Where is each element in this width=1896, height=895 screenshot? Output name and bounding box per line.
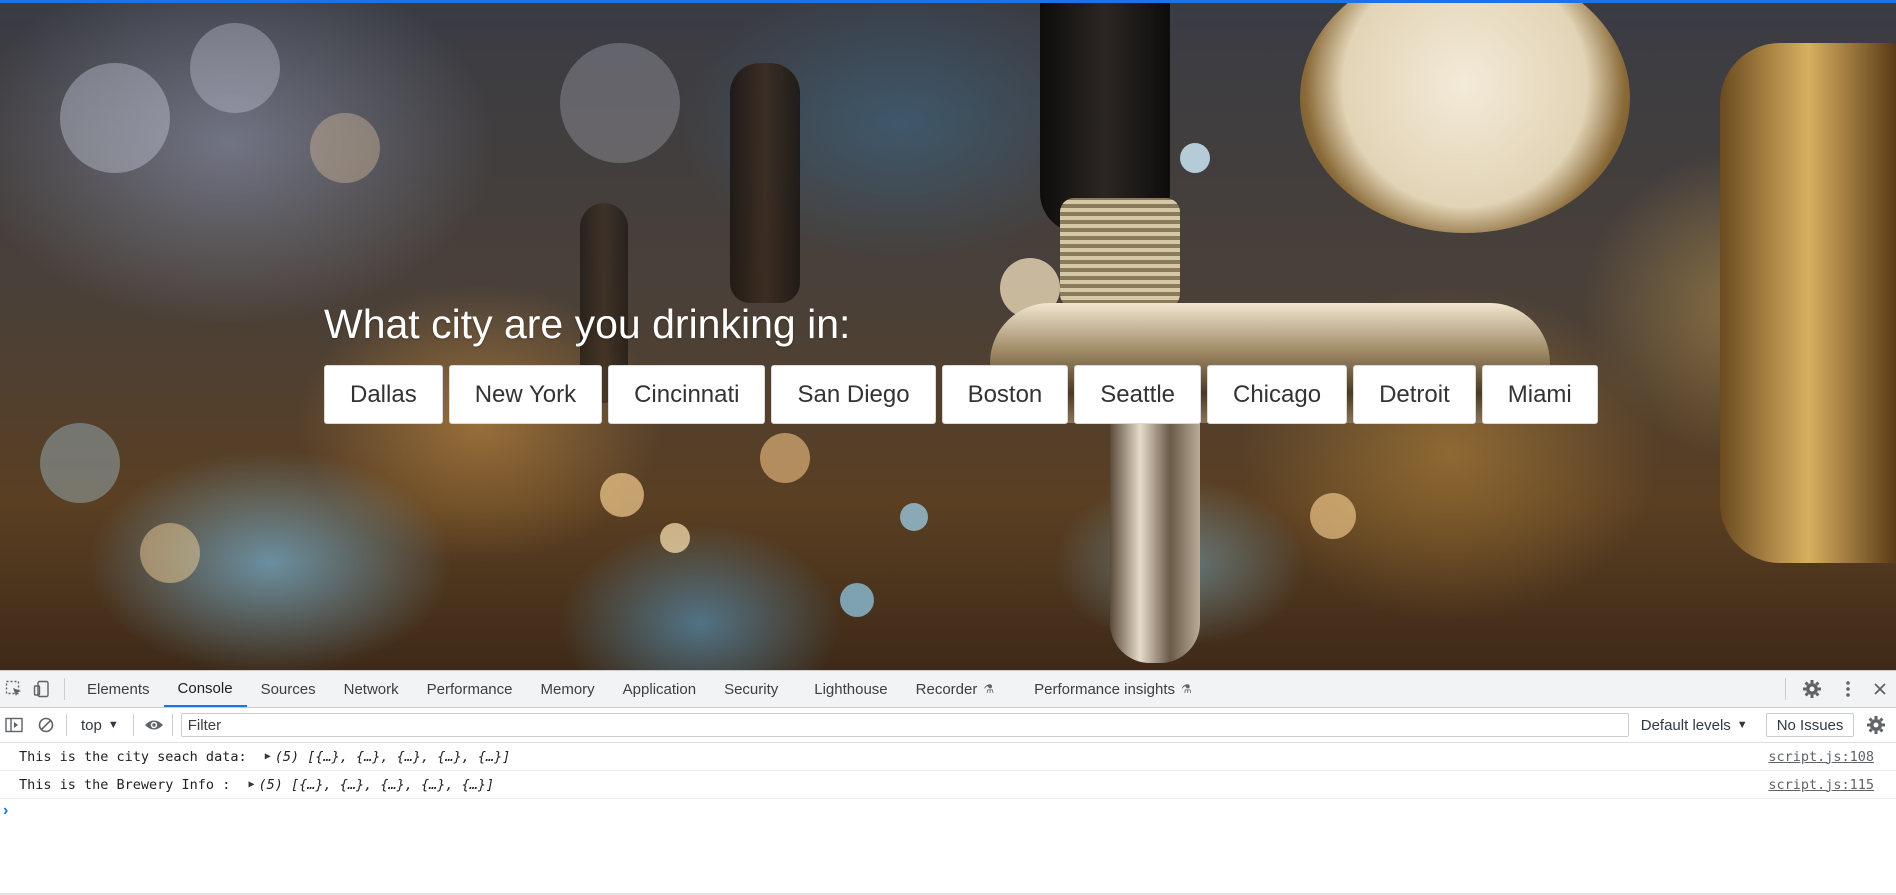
experimental-flask-icon: ⚗ — [983, 682, 995, 696]
tab-security[interactable]: Security — [710, 671, 792, 707]
bokeh-light — [1310, 493, 1356, 539]
device-toolbar-icon[interactable] — [28, 675, 56, 703]
bokeh-light — [900, 503, 928, 531]
bokeh-light — [1180, 143, 1210, 173]
console-log-row: This is the Brewery Info : ▶ (5) [{…}, {… — [0, 771, 1896, 799]
tab-network[interactable]: Network — [330, 671, 413, 707]
tab-recorder-label: Recorder — [915, 680, 978, 698]
bokeh-light — [760, 433, 810, 483]
tab-lighthouse[interactable]: Lighthouse — [800, 671, 901, 707]
city-button-cincinnati[interactable]: Cincinnati — [608, 365, 766, 424]
console-prompt[interactable]: › — [0, 799, 1896, 823]
expand-triangle-icon[interactable]: ▶ — [265, 751, 271, 762]
tab-recorder[interactable]: Recorder ⚗ — [902, 671, 1008, 707]
tab-sources[interactable]: Sources — [247, 671, 330, 707]
inspect-element-icon[interactable] — [0, 675, 28, 703]
more-vert-icon[interactable] — [1834, 675, 1862, 703]
bokeh-light — [840, 583, 874, 617]
tab-performance[interactable]: Performance — [413, 671, 527, 707]
tap-medallion-shape — [1300, 3, 1630, 233]
toolbar-divider — [1785, 678, 1786, 700]
console-message: This is the city seach data: — [19, 748, 255, 765]
tap-collar-shape — [1060, 198, 1180, 308]
console-message: This is the Brewery Info : — [19, 776, 239, 793]
tab-console[interactable]: Console — [163, 671, 247, 707]
city-button-row: Dallas New York Cincinnati San Diego Bos… — [324, 365, 1598, 424]
log-levels-dropdown[interactable]: Default levels ▼ — [1641, 717, 1748, 734]
console-toolbar: top ▼ Default levels ▼ No Issues — [0, 708, 1896, 743]
city-selector: What city are you drinking in: Dallas Ne… — [324, 293, 1598, 424]
hero-background-image: What city are you drinking in: Dallas Ne… — [0, 0, 1896, 670]
sidebar-toggle-icon[interactable] — [0, 711, 28, 739]
bokeh-light — [310, 113, 380, 183]
console-object-preview[interactable]: (5) [{…}, {…}, {…}, {…}, {…}] — [258, 777, 494, 793]
console-object-preview[interactable]: (5) [{…}, {…}, {…}, {…}, {…}] — [275, 749, 511, 765]
bokeh-light — [600, 473, 644, 517]
clear-console-icon[interactable] — [32, 711, 60, 739]
dropdown-caret-icon: ▼ — [1736, 719, 1748, 731]
tap-spout-shape — [1110, 403, 1200, 663]
console-settings-gear-icon[interactable] — [1862, 711, 1890, 739]
devtools-tab-bar: Elements Console Sources Network Perform… — [0, 671, 1896, 708]
javascript-context-select[interactable]: top ▼ — [73, 717, 127, 734]
prompt-caret-icon: › — [3, 802, 9, 819]
toolbar-divider — [171, 714, 173, 736]
city-button-san-diego[interactable]: San Diego — [771, 365, 936, 424]
console-source-link[interactable]: script.js:115 — [1768, 777, 1874, 793]
eye-icon[interactable] — [140, 711, 168, 739]
tab-elements[interactable]: Elements — [73, 671, 164, 707]
tap-handle-shape — [730, 63, 800, 303]
close-icon[interactable] — [1866, 675, 1894, 703]
toolbar-divider — [66, 714, 67, 736]
expand-triangle-icon[interactable]: ▶ — [248, 779, 254, 790]
tab-performance-insights-label: Performance insights — [1034, 680, 1176, 698]
tab-application[interactable]: Application — [609, 671, 710, 707]
bokeh-light — [660, 523, 690, 553]
console-filter-input[interactable] — [180, 713, 1629, 737]
bokeh-light — [140, 523, 200, 583]
toolbar-divider — [64, 678, 65, 700]
experimental-flask-icon: ⚗ — [1181, 682, 1192, 696]
issues-button[interactable]: No Issues — [1765, 713, 1855, 737]
console-source-link[interactable]: script.js:108 — [1768, 749, 1874, 765]
bokeh-light — [40, 423, 120, 503]
log-levels-value: Default levels — [1640, 716, 1731, 734]
bokeh-light — [1120, 543, 1160, 583]
javascript-context-value: top — [81, 716, 102, 734]
city-button-new-york[interactable]: New York — [448, 365, 603, 424]
city-button-dallas[interactable]: Dallas — [324, 365, 443, 424]
settings-gear-icon[interactable] — [1798, 675, 1826, 703]
bokeh-light — [60, 63, 170, 173]
page-heading: What city are you drinking in: — [324, 301, 851, 347]
city-button-seattle[interactable]: Seattle — [1074, 365, 1201, 424]
city-button-miami[interactable]: Miami — [1481, 365, 1598, 424]
bokeh-light — [190, 23, 280, 113]
devtools-window-controls — [1777, 671, 1896, 707]
tap-handle-shape — [1040, 3, 1170, 233]
tap-right-body-shape — [1720, 43, 1896, 563]
console-log-row: This is the city seach data: ▶ (5) [{…},… — [0, 743, 1896, 771]
bokeh-light — [560, 43, 680, 163]
tab-memory[interactable]: Memory — [527, 671, 609, 707]
city-button-chicago[interactable]: Chicago — [1207, 365, 1348, 424]
city-button-detroit[interactable]: Detroit — [1353, 365, 1476, 424]
city-button-boston[interactable]: Boston — [941, 365, 1069, 424]
toolbar-divider — [132, 714, 134, 736]
tab-performance-insights[interactable]: Performance insights ⚗ — [1020, 671, 1206, 707]
devtools-panel: Elements Console Sources Network Perform… — [0, 670, 1896, 895]
dropdown-caret-icon: ▼ — [107, 719, 119, 731]
